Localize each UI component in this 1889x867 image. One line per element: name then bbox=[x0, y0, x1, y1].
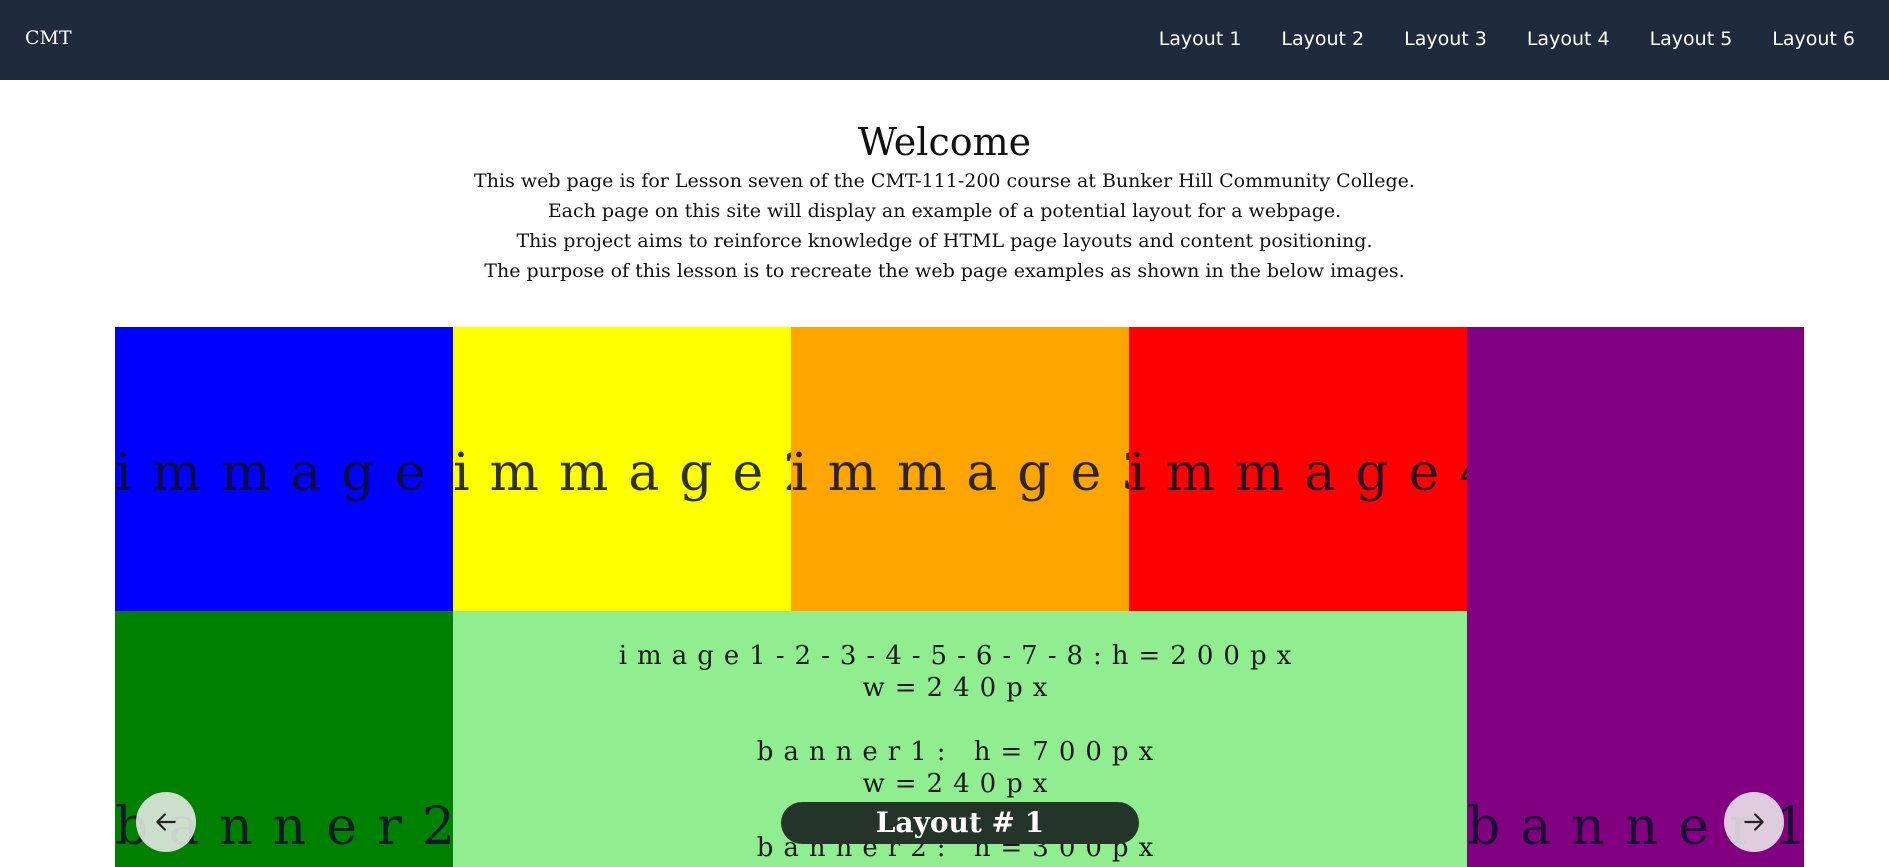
prev-slide-button[interactable] bbox=[136, 792, 196, 852]
next-slide-button[interactable] bbox=[1724, 792, 1784, 852]
intro-line-3: This project aims to reinforce knowledge… bbox=[516, 230, 1373, 252]
image4-tile: immage4 bbox=[1129, 327, 1467, 611]
nav-link-layout-6[interactable]: Layout 6 bbox=[1772, 28, 1855, 50]
intro-line-1: This web page is for Lesson seven of the… bbox=[474, 170, 1415, 192]
image4-label: immage4 bbox=[1129, 443, 1467, 503]
arrow-left-icon bbox=[156, 813, 176, 831]
intro-section: Welcome This web page is for Lesson seve… bbox=[0, 118, 1889, 286]
spec-line-4: w=240px bbox=[862, 769, 1058, 799]
intro-line-2: Each page on this site will display an e… bbox=[547, 200, 1342, 222]
image1-tile: immage1 bbox=[115, 327, 453, 611]
image2-label: immage2 bbox=[453, 443, 791, 503]
nav-link-layout-1[interactable]: Layout 1 bbox=[1159, 28, 1242, 50]
image1-label: immage1 bbox=[115, 443, 453, 503]
nav-links: Layout 1 Layout 2 Layout 3 Layout 4 Layo… bbox=[1159, 28, 1855, 50]
brand-link[interactable]: CMT bbox=[25, 27, 72, 49]
nav-link-layout-5[interactable]: Layout 5 bbox=[1650, 28, 1733, 50]
layout-carousel: immage1 immage2 immage3 immage4 banner1 … bbox=[115, 327, 1804, 867]
page-title: Welcome bbox=[857, 120, 1032, 164]
nav-link-layout-4[interactable]: Layout 4 bbox=[1527, 28, 1610, 50]
spec-line-3: banner1: h=700px bbox=[756, 737, 1164, 767]
image3-label: immage3 bbox=[791, 443, 1129, 503]
image2-tile: immage2 bbox=[453, 327, 791, 611]
spec-line-1: image1-2-3-4-5-6-7-8:h=200px bbox=[618, 641, 1302, 671]
navbar: CMT Layout 1 Layout 2 Layout 3 Layout 4 … bbox=[0, 0, 1889, 80]
arrow-right-icon bbox=[1744, 813, 1764, 831]
intro-line-4: The purpose of this lesson is to recreat… bbox=[484, 260, 1405, 282]
slide-caption: Layout # 1 bbox=[781, 802, 1139, 844]
nav-link-layout-2[interactable]: Layout 2 bbox=[1281, 28, 1364, 50]
image3-tile: immage3 bbox=[791, 327, 1129, 611]
banner1-tile: banner1 bbox=[1467, 327, 1804, 867]
spec-line-2: w=240px bbox=[862, 673, 1058, 703]
nav-link-layout-3[interactable]: Layout 3 bbox=[1404, 28, 1487, 50]
